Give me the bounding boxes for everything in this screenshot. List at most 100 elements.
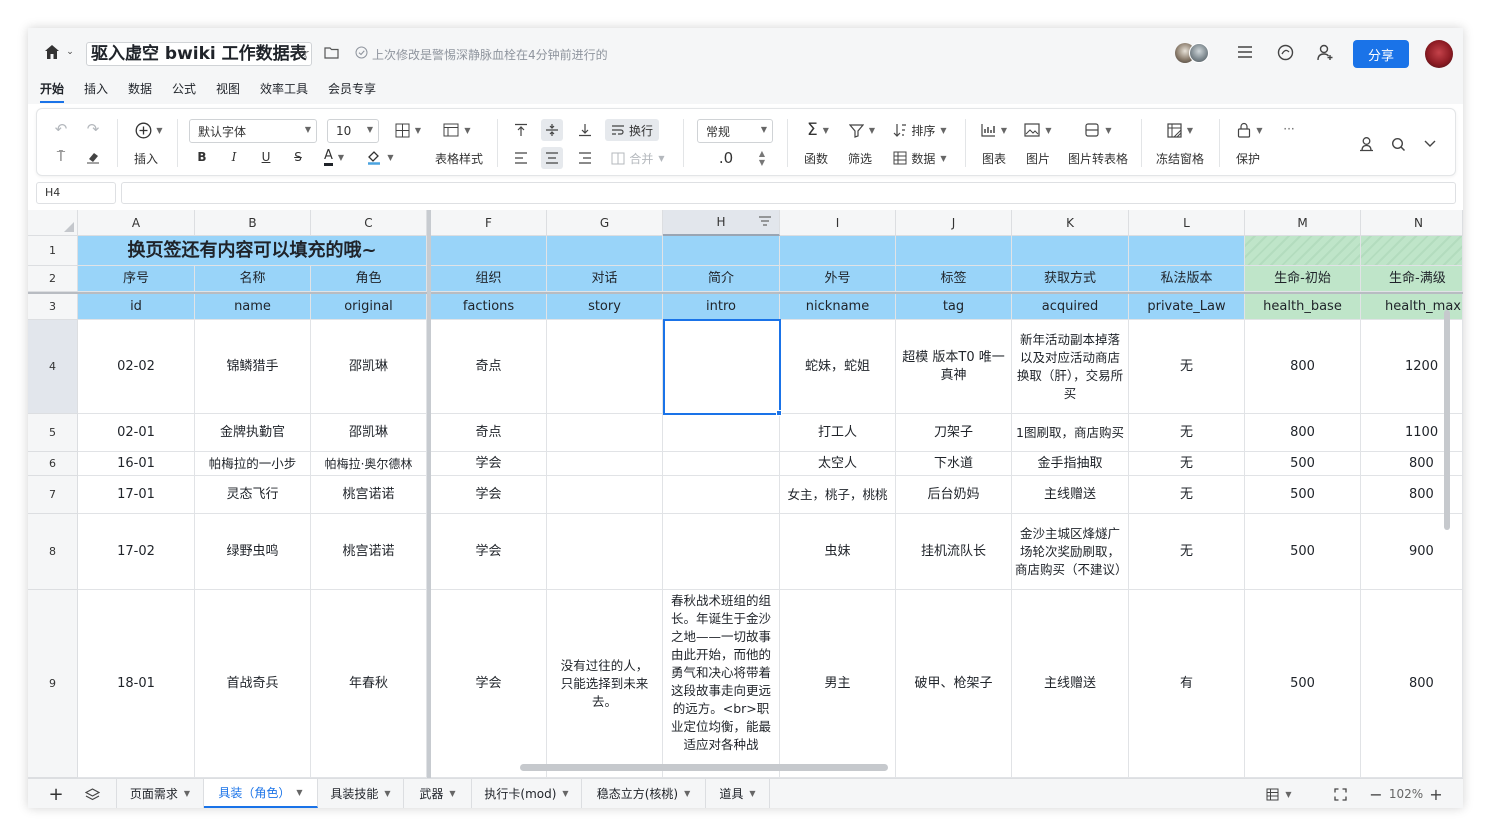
merge-button[interactable]: 合并 ▼ bbox=[607, 147, 669, 169]
header-cell[interactable]: 标签 bbox=[896, 266, 1012, 292]
cell[interactable] bbox=[547, 514, 663, 590]
cell[interactable]: 无 bbox=[1129, 414, 1245, 452]
column-header[interactable]: B bbox=[195, 210, 311, 236]
column-header[interactable]: G bbox=[547, 210, 663, 236]
cell[interactable]: 金手指抽取 bbox=[1012, 452, 1129, 476]
cell[interactable]: 女主，桃子，桃桃 bbox=[780, 476, 896, 514]
cell[interactable] bbox=[547, 236, 663, 266]
cell[interactable]: 500 bbox=[1245, 514, 1361, 590]
field-cell[interactable]: name bbox=[195, 294, 311, 320]
wrap-text-button[interactable]: 换行 bbox=[605, 119, 659, 141]
search-icon[interactable] bbox=[1387, 133, 1409, 155]
selected-cell-outline[interactable] bbox=[663, 319, 781, 415]
vertical-scrollbar[interactable] bbox=[1444, 310, 1450, 530]
star-icon[interactable]: ☆ bbox=[294, 42, 312, 62]
cell[interactable]: 无 bbox=[1129, 514, 1245, 590]
sort-button[interactable]: 排序 ▼ bbox=[889, 119, 951, 141]
cell[interactable] bbox=[663, 452, 780, 476]
cell[interactable]: 金沙主城区烽燧广场轮次奖励刷取，商店购买（不建议） bbox=[1012, 514, 1129, 590]
cell[interactable] bbox=[547, 414, 663, 452]
cell[interactable]: 奇点 bbox=[431, 320, 547, 414]
align-top-icon[interactable] bbox=[511, 119, 531, 141]
field-cell[interactable]: tag bbox=[896, 294, 1012, 320]
row-header[interactable]: 2 bbox=[28, 266, 78, 292]
field-cell[interactable]: health_base bbox=[1245, 294, 1361, 320]
zoom-level[interactable]: 102% bbox=[1388, 784, 1424, 804]
data-button[interactable]: 数据 ▼ bbox=[889, 147, 951, 169]
sheet-tab[interactable]: 页面需求 ▼ bbox=[116, 779, 204, 808]
header-cell[interactable]: 序号 bbox=[78, 266, 195, 292]
cell[interactable]: 年春秋 bbox=[311, 590, 427, 778]
header-cell[interactable]: 简介 bbox=[663, 266, 780, 292]
zoom-out-icon[interactable]: − bbox=[1368, 784, 1384, 804]
cell[interactable] bbox=[547, 476, 663, 514]
cell[interactable]: 学会 bbox=[431, 452, 547, 476]
header-cell[interactable]: 获取方式 bbox=[1012, 266, 1129, 292]
column-filter-icon[interactable] bbox=[759, 215, 771, 229]
fill-color-icon[interactable]: ▼ bbox=[363, 147, 397, 167]
cell[interactable]: 奇点 bbox=[431, 414, 547, 452]
cell[interactable] bbox=[1245, 236, 1361, 266]
column-header[interactable]: J bbox=[896, 210, 1012, 236]
column-header[interactable]: A bbox=[78, 210, 195, 236]
cell[interactable]: 500 bbox=[1245, 590, 1361, 778]
cell[interactable]: 帕梅拉·奥尔德林 bbox=[311, 452, 427, 476]
row-header[interactable]: 1 bbox=[28, 236, 78, 266]
insert-icon[interactable]: ▼ bbox=[131, 119, 167, 141]
select-all-corner[interactable] bbox=[28, 210, 78, 236]
cell[interactable]: 邵凯琳 bbox=[311, 320, 427, 414]
field-cell[interactable]: original bbox=[311, 294, 427, 320]
redo-icon[interactable]: ↷ bbox=[83, 119, 103, 139]
view-mode-icon[interactable]: ▼ bbox=[1262, 784, 1296, 804]
sheet-tab-active[interactable]: 具装（角色） ▼ bbox=[204, 779, 318, 808]
cell[interactable]: 绿野虫鸣 bbox=[195, 514, 311, 590]
menu-icon[interactable] bbox=[1235, 42, 1255, 62]
cell[interactable] bbox=[431, 236, 547, 266]
cell[interactable] bbox=[1012, 236, 1129, 266]
undo-icon[interactable]: ↶ bbox=[51, 119, 71, 139]
cell[interactable]: 无 bbox=[1129, 476, 1245, 514]
align-right-icon[interactable] bbox=[575, 147, 595, 169]
align-bottom-icon[interactable] bbox=[575, 119, 595, 141]
field-cell[interactable]: factions bbox=[431, 294, 547, 320]
insert-label[interactable]: 插入 bbox=[133, 149, 159, 167]
zoom-in-icon[interactable]: + bbox=[1428, 784, 1444, 804]
cell[interactable] bbox=[663, 414, 780, 452]
cell[interactable]: 学会 bbox=[431, 476, 547, 514]
cell[interactable] bbox=[1129, 236, 1245, 266]
comment-icon[interactable] bbox=[1275, 42, 1295, 62]
italic-button[interactable]: I bbox=[225, 147, 243, 167]
user-avatar[interactable] bbox=[1425, 40, 1453, 68]
cell[interactable] bbox=[663, 476, 780, 514]
cell[interactable]: 新年活动副本掉落以及对应活动商店换取（肝），交易所买 bbox=[1012, 320, 1129, 414]
column-header[interactable]: M bbox=[1245, 210, 1361, 236]
image-to-table-icon[interactable]: ▼ bbox=[1081, 119, 1115, 141]
horizontal-scrollbar[interactable] bbox=[520, 764, 888, 771]
cell[interactable]: 邵凯琳 bbox=[311, 414, 427, 452]
row-header-selected[interactable]: 4 bbox=[28, 320, 78, 414]
cell[interactable]: 锦鳞猎手 bbox=[195, 320, 311, 414]
function-label[interactable]: 函数 bbox=[803, 149, 829, 167]
field-cell[interactable]: acquired bbox=[1012, 294, 1129, 320]
sheet-tab[interactable]: 具装技能 ▼ bbox=[318, 779, 404, 808]
row-header[interactable]: 5 bbox=[28, 414, 78, 452]
sheet-tab[interactable]: 道具 ▼ bbox=[706, 779, 770, 808]
table-style-label[interactable]: 表格样式 bbox=[433, 149, 485, 167]
cell[interactable]: 16-01 bbox=[78, 452, 195, 476]
cell[interactable]: 02-01 bbox=[78, 414, 195, 452]
menu-efficiency-tools[interactable]: 效率工具 bbox=[260, 80, 308, 97]
column-header[interactable]: K bbox=[1012, 210, 1129, 236]
cell[interactable]: 虫妹 bbox=[780, 514, 896, 590]
cell[interactable]: 下水道 bbox=[896, 452, 1012, 476]
strikethrough-button[interactable]: S bbox=[289, 147, 307, 167]
cell[interactable]: 1图刷取，商店购买 bbox=[1012, 414, 1129, 452]
cell[interactable]: 太空人 bbox=[780, 452, 896, 476]
doc-title[interactable]: 驱入虚空 bwiki 工作数据表 bbox=[86, 42, 312, 66]
chevron-down-icon[interactable]: ⌄ bbox=[64, 44, 76, 60]
clear-format-icon[interactable] bbox=[83, 147, 103, 167]
cell[interactable]: 后台奶妈 bbox=[896, 476, 1012, 514]
menu-start[interactable]: 开始 bbox=[40, 80, 64, 97]
image-label[interactable]: 图片 bbox=[1025, 149, 1051, 167]
menu-formula[interactable]: 公式 bbox=[172, 80, 196, 97]
chart-label[interactable]: 图表 bbox=[981, 149, 1007, 167]
